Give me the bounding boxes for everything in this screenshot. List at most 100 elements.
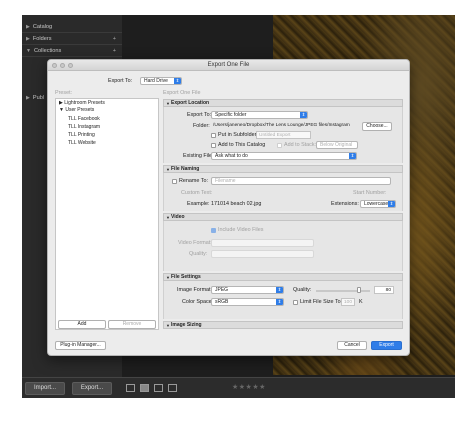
content-header: Export One File <box>163 90 201 96</box>
section-export-location[interactable]: ▼ Export Location <box>163 99 403 107</box>
preset-folder-user[interactable]: ▼ User Presets <box>56 106 158 114</box>
preset-item[interactable]: TLL Printing <box>56 131 158 139</box>
limit-file-size-input[interactable]: 100 <box>341 298 355 306</box>
chevron-updown-icon: ⇕ <box>276 299 283 305</box>
custom-text-label: Custom Text: <box>181 190 213 196</box>
start-number-label: Start Number: <box>353 190 387 196</box>
limit-file-size-label: Limit File Size To: <box>300 299 343 305</box>
put-in-subfolder-label: Put in Subfolder: <box>218 132 258 138</box>
loupe-view-icon[interactable] <box>140 384 149 392</box>
rename-to-checkbox[interactable] <box>172 179 177 184</box>
export-button[interactable]: Export... <box>72 382 112 395</box>
add-to-catalog-label: Add to This Catalog <box>218 142 266 148</box>
panel-folders[interactable]: ▶ Folders + <box>22 34 122 45</box>
include-video-checkbox[interactable] <box>211 228 216 233</box>
stack-position-select[interactable]: Below Original <box>316 141 358 149</box>
rename-template-select[interactable]: Filename <box>211 177 391 185</box>
section-file-settings[interactable]: ▼ File Settings <box>163 273 403 281</box>
section-video[interactable]: ▼ Video <box>163 213 403 221</box>
extensions-value: Lowercase <box>364 201 389 207</box>
section-file-naming[interactable]: ▼ File Naming <box>163 165 403 173</box>
chevron-updown-icon: ⇕ <box>349 153 356 159</box>
include-video-label: Include Video Files <box>218 227 264 233</box>
quality-input[interactable]: 80 <box>374 286 394 294</box>
stack-position-value: Below Original <box>320 142 353 148</box>
collapse-triangle-icon: ▼ <box>166 101 170 106</box>
image-format-label: Image Format: <box>177 287 213 293</box>
plugin-manager-button[interactable]: Plug-in Manager... <box>55 341 106 350</box>
expand-triangle-icon: ▶ <box>26 95 30 101</box>
add-collection-icon[interactable]: + <box>113 46 116 57</box>
export-to-label: Export To: <box>108 78 133 84</box>
color-space-label: Color Space: <box>182 299 214 305</box>
limit-file-size-checkbox[interactable] <box>293 300 298 305</box>
export-dialog: Export One File Export To: Hard Drive ⇕ P… <box>47 59 410 356</box>
folder-path: /Users/janeneo/Dropbox/The Lens Lounge/J… <box>213 123 350 128</box>
rating-stars[interactable]: ★★★★★ <box>232 383 266 391</box>
chevron-updown-icon: ⇕ <box>300 112 307 118</box>
existing-files-value: Ask what to do <box>215 153 248 159</box>
rename-template-value: Filename <box>215 178 236 184</box>
choose-folder-button[interactable]: Choose... <box>362 122 392 131</box>
preset-label: TLL Facebook <box>68 116 100 122</box>
panel-catalog[interactable]: ▶ Catalog <box>22 22 122 33</box>
extensions-select[interactable]: Lowercase ⇕ <box>360 200 396 208</box>
cancel-button[interactable]: Cancel <box>337 341 367 350</box>
quality-slider-track[interactable] <box>316 290 370 292</box>
color-space-value: sRGB <box>215 299 229 305</box>
extensions-label: Extensions: <box>331 201 359 207</box>
bottom-toolbar: Import... Export... ★★★★★ <box>22 377 455 398</box>
expand-triangle-icon: ▶ <box>26 36 30 42</box>
compare-view-icon[interactable] <box>154 384 163 392</box>
example-label: Example: <box>187 201 210 207</box>
location-value: Specific folder <box>215 112 247 118</box>
section-image-sizing[interactable]: ▼ Image Sizing <box>163 321 403 329</box>
collapse-triangle-icon: ▼ <box>166 167 170 172</box>
add-to-stack-checkbox[interactable] <box>277 143 282 148</box>
export-confirm-button[interactable]: Export <box>371 341 402 350</box>
video-format-select[interactable] <box>211 239 314 247</box>
dialog-title: Export One File <box>207 62 250 68</box>
minimize-dot-icon[interactable] <box>60 63 65 68</box>
chevron-updown-icon: ⇕ <box>388 201 395 207</box>
zoom-dot-icon[interactable] <box>68 63 73 68</box>
put-in-subfolder-checkbox[interactable] <box>211 133 216 138</box>
limit-unit-label: K <box>359 299 363 305</box>
expand-triangle-icon: ▶ <box>26 24 30 30</box>
panel-collections[interactable]: ▼ Collections + <box>22 46 122 57</box>
preset-item[interactable]: TLL Facebook <box>56 115 158 123</box>
chevron-updown-icon: ⇕ <box>174 78 181 84</box>
location-export-to-label: Export To: <box>187 112 212 118</box>
panel-catalog-label: Catalog <box>32 24 53 30</box>
add-to-stack-label: Add to Stack: <box>284 142 317 148</box>
import-button[interactable]: Import... <box>25 382 65 395</box>
section-title: File Naming <box>171 166 200 172</box>
color-space-select[interactable]: sRGB ⇕ <box>211 298 284 306</box>
preset-item[interactable]: TLL Instagram <box>56 123 158 131</box>
collapse-triangle-icon: ▼ <box>166 323 170 328</box>
quality-slider-knob[interactable] <box>357 287 362 293</box>
collapse-triangle-icon: ▼ <box>166 275 170 280</box>
close-dot-icon[interactable] <box>52 63 57 68</box>
location-select[interactable]: Specific folder ⇕ <box>211 111 308 119</box>
add-folder-icon[interactable]: + <box>113 34 116 45</box>
preset-item[interactable]: TLL Website <box>56 139 158 147</box>
export-to-select[interactable]: Hard Drive ⇕ <box>140 77 182 85</box>
subfolder-input[interactable]: Untitled Export <box>256 131 311 139</box>
video-format-label: Video Format: <box>178 240 212 246</box>
preset-label: TLL Instagram <box>68 124 101 130</box>
collapse-triangle-icon: ▼ <box>26 48 31 54</box>
image-format-select[interactable]: JPEG ⇕ <box>211 286 284 294</box>
existing-files-select[interactable]: Ask what to do ⇕ <box>211 152 357 160</box>
add-preset-button[interactable]: Add <box>58 320 106 329</box>
survey-view-icon[interactable] <box>168 384 177 392</box>
preset-list: ▶ Lightroom Presets ▼ User Presets TLL F… <box>55 98 159 330</box>
section-title: File Settings <box>171 274 201 280</box>
grid-view-icon[interactable] <box>126 384 135 392</box>
export-to-value: Hard Drive <box>144 78 168 84</box>
dialog-titlebar: Export One File <box>48 60 409 71</box>
remove-preset-button[interactable]: Remove <box>108 320 156 329</box>
add-to-catalog-checkbox[interactable] <box>211 143 216 148</box>
video-quality-select[interactable] <box>211 250 314 258</box>
section-title: Export Location <box>171 100 210 106</box>
